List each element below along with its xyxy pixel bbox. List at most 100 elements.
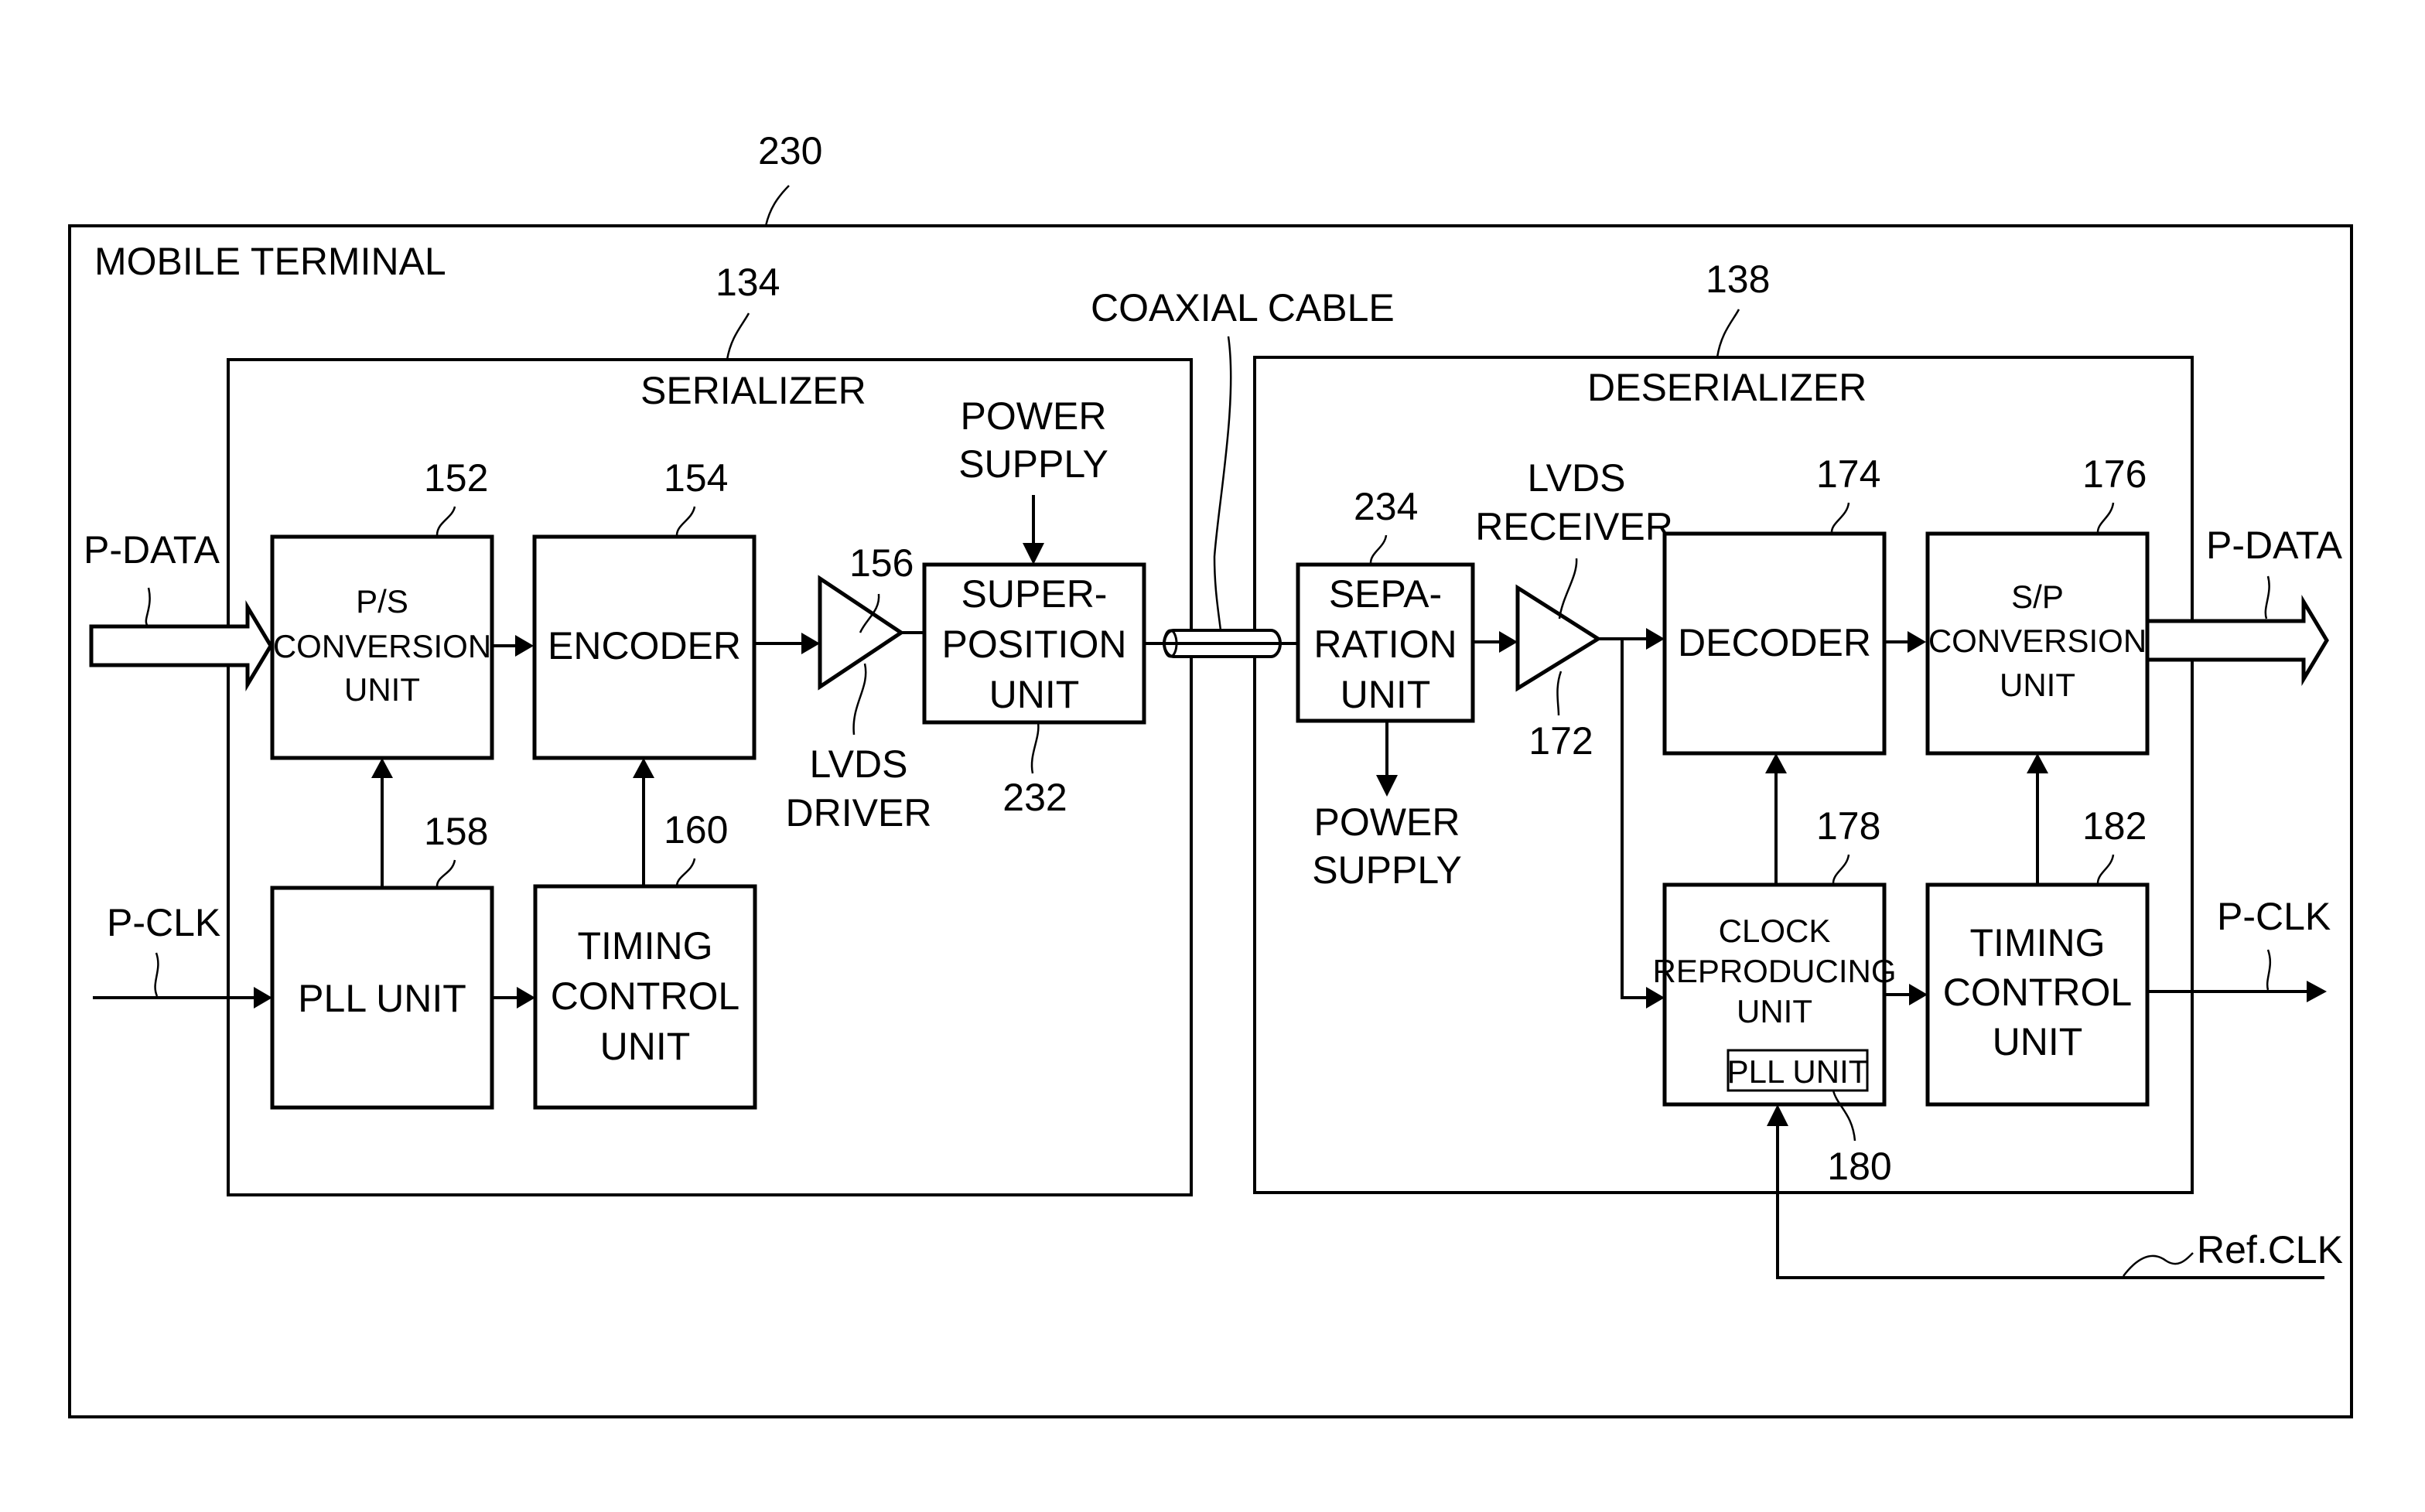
output-p-clk-label: P-CLK	[2217, 895, 2331, 938]
arrowhead	[1767, 1104, 1788, 1126]
output-p-data-label: P-DATA	[2206, 524, 2343, 567]
sp-unit-line-3: UNIT	[2000, 667, 2075, 703]
leader-178	[1832, 854, 1850, 884]
sp-unit-line-1: S/P	[2011, 579, 2064, 615]
leader-234	[1369, 534, 1388, 564]
ser-timing-line-2: CONTROL	[551, 974, 739, 1018]
ref-178: 178	[1816, 804, 1880, 848]
ser-timing-line-3: UNIT	[600, 1025, 691, 1068]
arrowhead	[1646, 628, 1665, 650]
ref-138: 138	[1706, 258, 1770, 301]
leader-232	[1030, 722, 1040, 774]
leader-182	[2096, 854, 2115, 884]
leader-174	[1830, 502, 1850, 533]
arrowhead	[801, 633, 820, 654]
ser-power-supply-line-1: POWER	[961, 394, 1107, 438]
ref-180: 180	[1827, 1145, 1891, 1188]
leader-158	[435, 859, 456, 887]
arrowhead	[2027, 753, 2048, 773]
lvds-receiver-triangle	[1515, 584, 1602, 692]
leader-output-p-clk	[2266, 949, 2272, 991]
input-p-data-label: P-DATA	[84, 528, 220, 572]
ps-unit-line-3: UNIT	[344, 671, 420, 708]
leader-input-p-data	[145, 587, 151, 626]
arrowhead	[1023, 543, 1044, 565]
clock-repro-line-3: UNIT	[1737, 993, 1812, 1029]
leader-172	[1556, 671, 1563, 716]
leader-160	[675, 858, 696, 887]
coaxial-cable-label: COAXIAL CABLE	[1091, 286, 1395, 329]
leader-230	[764, 185, 790, 227]
arrowhead	[517, 987, 535, 1009]
arrowhead	[633, 758, 654, 778]
des-timing-line-2: CONTROL	[1943, 971, 2132, 1014]
leader-lvds-receiver	[1558, 558, 1578, 619]
inner-pll-label: PLL UNIT	[1727, 1053, 1869, 1090]
coaxial-cable	[1163, 629, 1282, 658]
sp-unit-line-2: CONVERSION	[1928, 623, 2147, 659]
ref-176: 176	[2082, 452, 2147, 496]
leader-input-p-clk	[154, 952, 159, 997]
lvds-receiver-line-1: LVDS	[1528, 456, 1626, 500]
des-timing-line-1: TIMING	[1970, 921, 2106, 964]
lvds-driver-line-2: DRIVER	[786, 791, 932, 835]
leader-lvds-driver	[852, 663, 867, 736]
leader-output-p-data	[2264, 575, 2270, 619]
leader-coaxial	[1213, 336, 1232, 631]
des-power-supply-line-2: SUPPLY	[1312, 848, 1462, 892]
ref-234: 234	[1354, 485, 1418, 528]
ref-158: 158	[424, 810, 488, 853]
block-diagram: 230 MOBILE TERMINAL 134 SERIALIZER 138 D…	[68, 129, 2353, 1418]
ref-182: 182	[2082, 804, 2147, 848]
p-data-input-arrow	[89, 599, 273, 692]
superposition-line-3: UNIT	[989, 673, 1080, 716]
deserializer-title: DESERIALIZER	[1587, 366, 1867, 409]
arrowhead	[1908, 631, 1926, 653]
encoder-label: ENCODER	[548, 624, 741, 667]
ref-232: 232	[1002, 776, 1067, 819]
leader-152	[435, 506, 456, 536]
lvds-receiver-line-2: RECEIVER	[1475, 505, 1673, 548]
separation-line-3: UNIT	[1341, 673, 1431, 716]
ser-power-supply-line-2: SUPPLY	[958, 442, 1108, 486]
p-data-output-arrow	[2145, 594, 2329, 687]
mobile-terminal-label: MOBILE TERMINAL	[94, 240, 446, 283]
ref-134: 134	[716, 261, 780, 304]
ref-152: 152	[424, 456, 488, 500]
arrowhead	[1376, 775, 1398, 797]
arrowhead	[371, 758, 393, 778]
leader-ref-clk	[2123, 1252, 2194, 1277]
arrowhead	[515, 635, 534, 657]
ser-timing-line-1: TIMING	[578, 924, 713, 968]
superposition-line-1: SUPER-	[961, 572, 1108, 616]
leader-176	[2096, 502, 2115, 533]
arrowhead	[1765, 753, 1787, 773]
des-timing-line-3: UNIT	[1993, 1020, 2083, 1063]
decoder-label: DECODER	[1678, 621, 1871, 664]
wire-receiver-clock-branch	[1621, 639, 1648, 999]
arrowhead	[1909, 984, 1928, 1005]
arrowhead	[1499, 631, 1518, 653]
leader-154	[675, 506, 696, 536]
ps-unit-line-2: CONVERSION	[273, 628, 491, 664]
ref-160: 160	[664, 808, 728, 852]
arrowhead	[254, 987, 272, 1009]
separation-line-2: RATION	[1313, 623, 1457, 666]
ref-174: 174	[1816, 452, 1880, 496]
arrowhead	[2307, 981, 2327, 1002]
mobile-terminal-frame	[68, 224, 2353, 1418]
des-power-supply-line-1: POWER	[1314, 800, 1460, 844]
ps-unit-line-1: P/S	[356, 583, 408, 619]
arrowhead	[1646, 987, 1665, 1009]
clock-repro-line-2: REPRODUCING	[1652, 953, 1896, 989]
superposition-line-2: POSITION	[942, 623, 1127, 666]
ref-clk-label: Ref.CLK	[2197, 1228, 2343, 1271]
serializer-title: SERIALIZER	[640, 369, 866, 412]
separation-line-1: SEPA-	[1329, 572, 1442, 616]
ref-230: 230	[758, 129, 822, 172]
lvds-driver-line-1: LVDS	[810, 742, 908, 786]
ref-172: 172	[1528, 719, 1593, 763]
clock-repro-line-1: CLOCK	[1719, 913, 1831, 949]
ref-156: 156	[849, 541, 914, 585]
ref-154: 154	[664, 456, 728, 500]
